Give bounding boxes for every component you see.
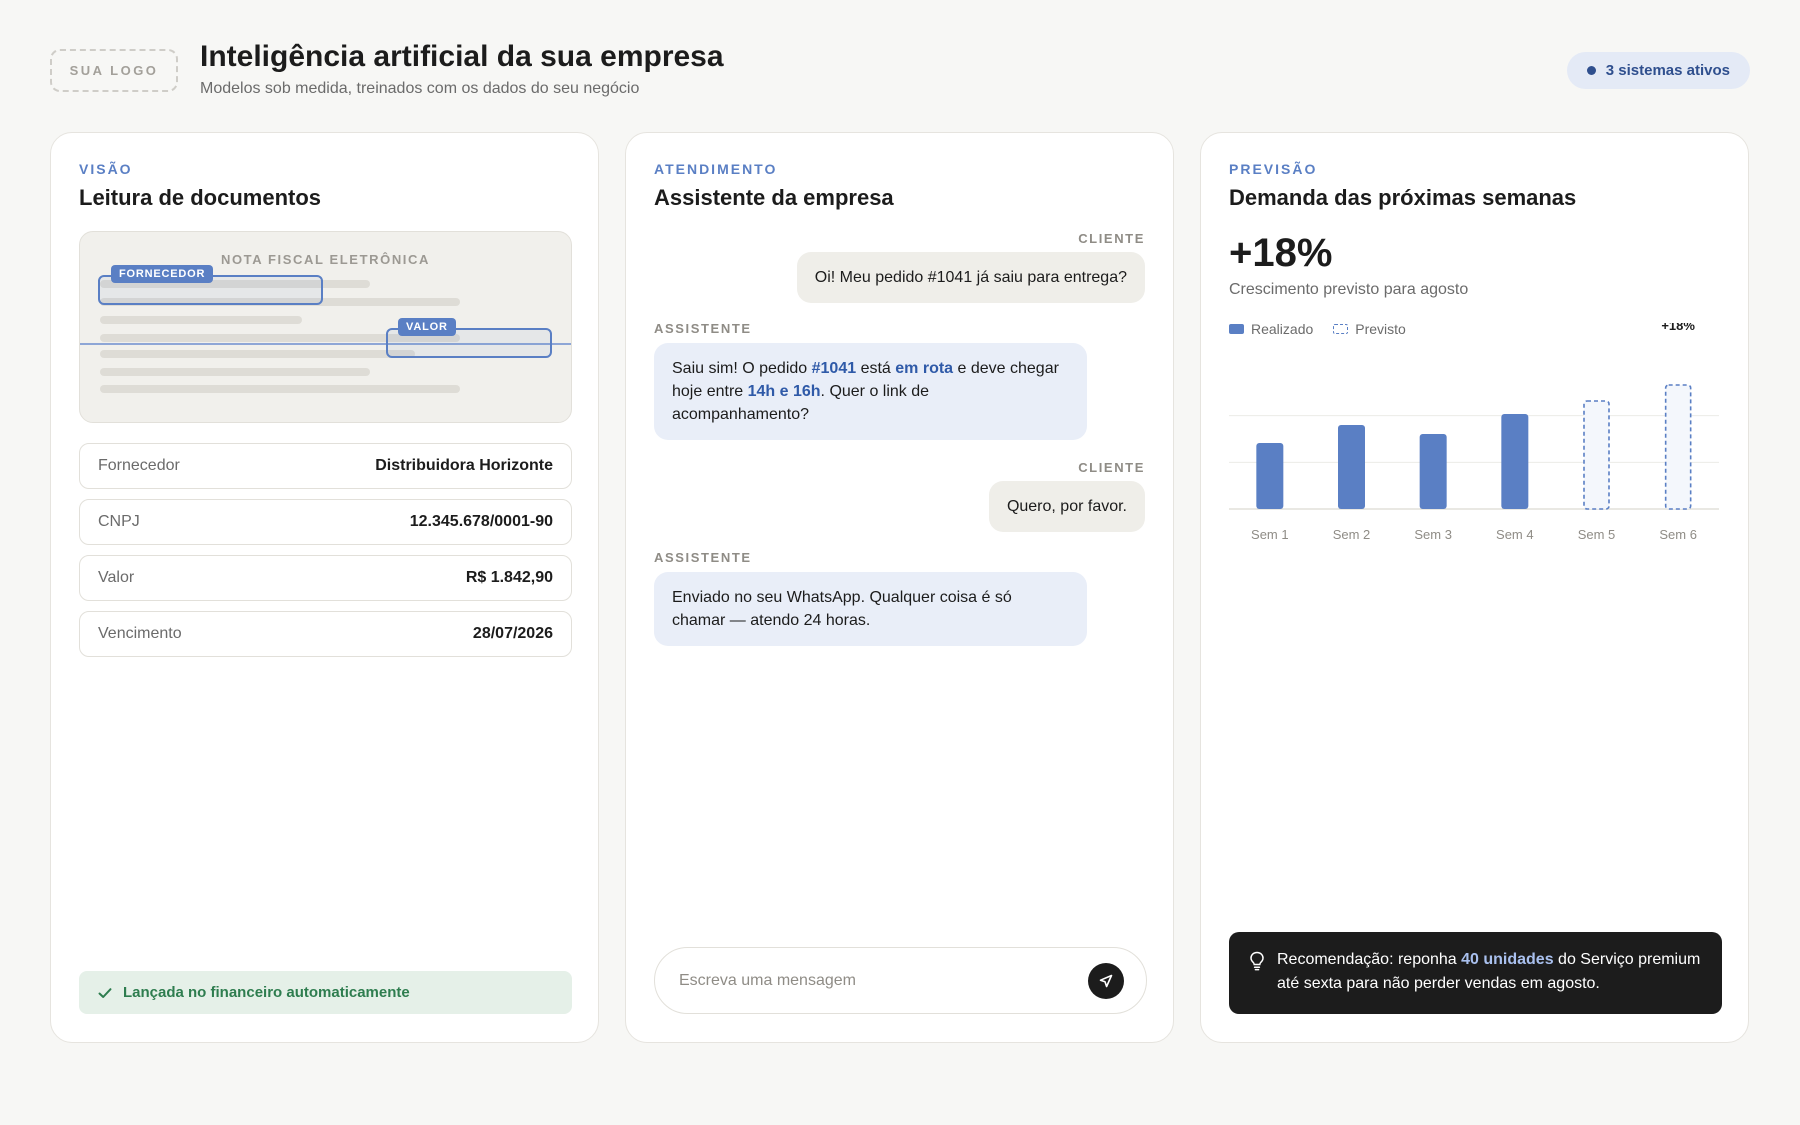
page-subtitle: Modelos sob medida, treinados com os dad… [200,80,640,97]
send-icon [1099,974,1113,987]
send-button[interactable] [1088,962,1124,999]
bar-forecast [1583,400,1610,510]
bar-actual [1256,443,1284,509]
field-value: 12.345.678/0001-90 [409,513,553,530]
field-label: Vencimento [98,625,182,642]
x-tick-label: Sem 1 [1251,527,1289,542]
field-label: Valor [98,569,135,586]
role-label-client: CLIENTE [1078,460,1145,475]
recommendation-box: Recomendação: reponha 40 unidades do Ser… [1229,932,1722,1014]
x-tick-label: Sem 6 [1659,527,1697,542]
forecast-card: PREVISÃO Demanda das próximas semanas +1… [1200,132,1749,1043]
status-badge: 3 sistemas ativos [1566,52,1750,89]
demand-bar-chart: Sem 1 Sem 2 Sem 3 Sem 4 Sem 5 Sem 6 +18% [1229,323,1719,542]
field-label: Fornecedor [98,457,180,474]
field-label: CNPJ [98,513,140,530]
x-tick-label: Sem 4 [1496,527,1534,542]
field-row-cnpj: CNPJ 12.345.678/0001-90 [79,499,572,545]
message-assistant: Enviado no seu WhatsApp. Qualquer coisa … [654,572,1087,646]
success-banner: Lançada no financeiro automaticamente [79,971,572,1014]
message-text: está [856,360,896,377]
message-text: Saiu sim! O pedido [672,360,812,377]
role-label-assistant: ASSISTENTE [654,550,752,565]
page-title: Inteligência artificial da sua empresa [200,40,724,73]
message-composer [654,947,1147,1014]
status-dot-icon [1586,66,1596,75]
document-line [100,385,460,393]
time-highlight: 14h e 16h [747,383,821,400]
message-client: Oi! Meu pedido #1041 já saiu para entreg… [796,252,1145,303]
chat-title: Assistente da empresa [654,185,894,210]
vision-title: Leitura de documentos [79,185,322,210]
lightbulb-icon [1250,951,1264,971]
check-icon [98,987,112,998]
document-line [100,368,370,376]
status-highlight: em rota [895,360,954,377]
document-line [100,350,415,358]
x-tick-label: Sem 2 [1333,527,1371,542]
bar-forecast [1664,384,1692,510]
bar-annotation-label: +18% [1661,323,1695,333]
recommendation-text: Recomendação: reponha 40 unidades do Ser… [1277,948,1704,1014]
growth-number: +18% [1229,231,1333,275]
chat-eyebrow: ATENDIMENTO [654,161,778,177]
x-tick-label: Sem 3 [1414,527,1452,542]
bar-actual [1419,434,1447,509]
document-line [100,316,302,324]
logo-placeholder: SUA LOGO [50,49,178,92]
recommendation-part: Recomendação: reponha [1277,951,1462,968]
message-client: Quero, por favor. [988,481,1145,532]
forecast-title: Demanda das próximas semanas [1229,185,1577,210]
growth-caption: Crescimento previsto para agosto [1229,281,1469,298]
field-value: 28/07/2026 [472,625,553,642]
field-value: R$ 1.842,90 [465,569,553,586]
value-tag: VALOR [398,318,456,336]
bar-actual [1338,425,1365,509]
chat-card: ATENDIMENTO Assistente da empresa CLIENT… [625,132,1174,1043]
quantity-highlight: 40 unidades [1461,951,1554,968]
vision-card: VISÃO Leitura de documentos NOTA FISCAL … [50,132,599,1043]
field-row-supplier: Fornecedor Distribuidora Horizonte [79,443,572,489]
message-input[interactable] [679,971,1059,990]
success-text: Lançada no financeiro automaticamente [123,984,410,1001]
vision-eyebrow: VISÃO [79,161,133,177]
document-preview: NOTA FISCAL ELETRÔNICA FORNECEDOR VALOR [79,231,572,423]
role-label-assistant: ASSISTENTE [654,321,752,336]
order-number-highlight: #1041 [811,360,857,377]
supplier-tag: FORNECEDOR [111,265,214,283]
role-label-client: CLIENTE [1078,231,1145,246]
bar-actual [1501,414,1529,509]
forecast-eyebrow: PREVISÃO [1229,161,1318,177]
status-label: 3 sistemas ativos [1605,62,1730,79]
message-assistant: Saiu sim! O pedido #1041 está em rota e … [654,343,1087,440]
x-tick-label: Sem 5 [1578,527,1616,542]
field-value: Distribuidora Horizonte [375,457,553,474]
field-row-value: Valor R$ 1.842,90 [79,555,572,601]
field-row-due-date: Vencimento 28/07/2026 [79,611,572,657]
